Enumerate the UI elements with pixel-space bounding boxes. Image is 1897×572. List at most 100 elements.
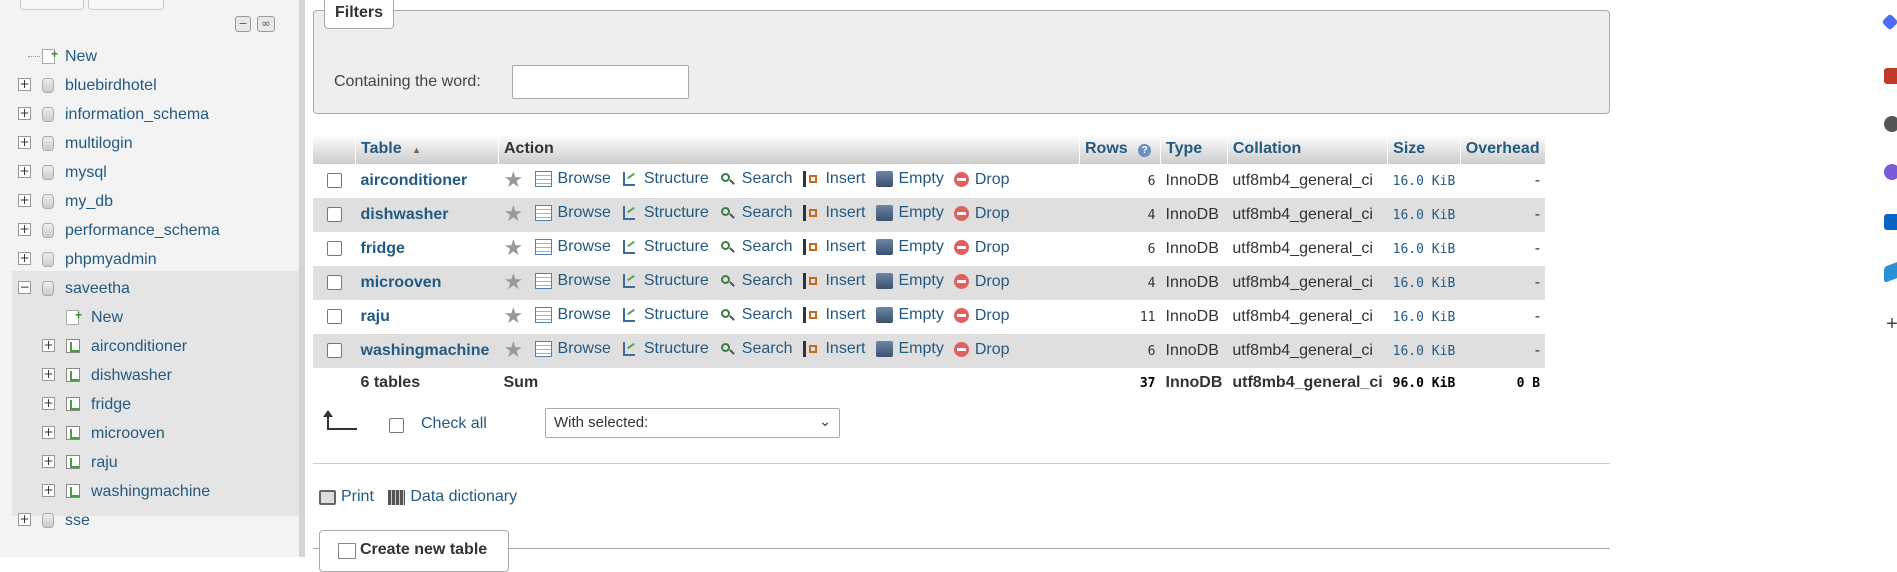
collapse-all-icon[interactable]: − [235, 16, 251, 32]
insert-action[interactable]: Insert [802, 340, 866, 358]
favorite-star-icon[interactable]: ★ [504, 271, 524, 293]
header-size[interactable]: Size [1387, 134, 1461, 164]
browse-action[interactable]: Browse [534, 340, 611, 358]
expand-icon[interactable]: + [18, 78, 31, 91]
nav-db-information_schema[interactable]: + information_schema [0, 100, 299, 129]
drop-action[interactable]: Drop [953, 273, 1010, 291]
sort-table-link[interactable]: Table [361, 140, 402, 157]
nav-db-performance_schema[interactable]: + performance_schema [0, 216, 299, 245]
nav-top-button[interactable] [88, 0, 164, 10]
nav-table-fridge[interactable]: + fridge [0, 390, 299, 419]
collapse-icon[interactable]: − [18, 281, 31, 294]
structure-action[interactable]: Structure [621, 204, 709, 222]
sort-collation-link[interactable]: Collation [1233, 140, 1301, 157]
table-name-link[interactable]: dishwasher [361, 206, 449, 223]
nav-db-saveetha[interactable]: − saveetha [0, 274, 299, 303]
header-collation[interactable]: Collation [1227, 134, 1389, 164]
create-new-table-legend[interactable]: Create new table [319, 530, 509, 572]
expand-icon[interactable]: + [18, 136, 31, 149]
sort-rows-link[interactable]: Rows [1085, 140, 1128, 157]
empty-action[interactable]: Empty [875, 306, 944, 324]
search-action[interactable]: Search [719, 204, 792, 222]
empty-action[interactable]: Empty [875, 238, 944, 256]
filter-input[interactable] [512, 65, 689, 99]
empty-action[interactable]: Empty [875, 340, 944, 358]
insert-action[interactable]: Insert [802, 204, 866, 222]
browse-action[interactable]: Browse [534, 238, 611, 256]
expand-icon[interactable]: + [42, 368, 55, 381]
insert-action[interactable]: Insert [802, 306, 866, 324]
expand-icon[interactable]: + [42, 339, 55, 352]
drop-action[interactable]: Drop [953, 239, 1010, 257]
expand-icon[interactable]: + [42, 484, 55, 497]
sort-type-link[interactable]: Type [1166, 140, 1202, 157]
sort-overhead-link[interactable]: Overhead [1466, 140, 1540, 157]
empty-action[interactable]: Empty [875, 204, 944, 222]
header-rows[interactable]: Rows ? [1079, 134, 1161, 164]
row-checkbox[interactable] [326, 309, 342, 325]
help-icon[interactable]: ? [1138, 144, 1152, 157]
favorite-star-icon[interactable]: ★ [504, 169, 524, 191]
nav-db-phpmyadmin[interactable]: + phpmyadmin [0, 245, 299, 274]
header-type[interactable]: Type [1160, 134, 1228, 164]
insert-action[interactable]: Insert [802, 272, 866, 290]
nav-db-multilogin[interactable]: + multilogin [0, 129, 299, 158]
browse-action[interactable]: Browse [534, 306, 611, 324]
insert-action[interactable]: Insert [802, 170, 866, 188]
table-name-link[interactable]: microoven [361, 274, 442, 291]
search-action[interactable]: Search [719, 340, 792, 358]
tools-icon[interactable] [1884, 68, 1897, 84]
nav-table-washingmachine[interactable]: + washingmachine [0, 477, 299, 506]
check-all-label[interactable]: Check all [421, 415, 487, 433]
header-overhead[interactable]: Overhead [1460, 134, 1546, 164]
nav-table-airconditioner[interactable]: + airconditioner [0, 332, 299, 361]
expand-icon[interactable]: + [42, 397, 55, 410]
search-action[interactable]: Search [719, 306, 792, 324]
person-icon[interactable] [1884, 116, 1897, 132]
expand-icon[interactable]: + [42, 455, 55, 468]
structure-action[interactable]: Structure [621, 306, 709, 324]
send-icon[interactable] [1884, 261, 1897, 283]
office-icon[interactable] [1884, 164, 1897, 180]
search-action[interactable]: Search [719, 170, 792, 188]
nav-db-mysql[interactable]: + mysql [0, 158, 299, 187]
expand-icon[interactable]: + [18, 194, 31, 207]
table-name-link[interactable]: raju [361, 308, 390, 325]
browse-action[interactable]: Browse [534, 204, 611, 222]
nav-db-bluebirdhotel[interactable]: + bluebirdhotel [0, 71, 299, 100]
nav-new-link[interactable]: New [0, 301, 299, 332]
row-checkbox[interactable] [326, 275, 342, 291]
expand-icon[interactable]: + [18, 165, 31, 178]
favorite-star-icon[interactable]: ★ [504, 237, 524, 259]
header-table[interactable]: Table ▲ [355, 134, 499, 164]
search-action[interactable]: Search [719, 238, 792, 256]
empty-action[interactable]: Empty [875, 272, 944, 290]
expand-icon[interactable]: + [18, 252, 31, 265]
add-icon[interactable]: + [1884, 314, 1897, 334]
nav-top-button[interactable] [20, 0, 84, 10]
table-name-link[interactable]: airconditioner [361, 172, 468, 189]
expand-icon[interactable]: + [42, 426, 55, 439]
nav-table-dishwasher[interactable]: + dishwasher [0, 361, 299, 390]
nav-new-link[interactable]: New [0, 40, 299, 71]
print-link[interactable]: Print [319, 488, 374, 506]
row-checkbox[interactable] [326, 173, 342, 189]
nav-db-my_db[interactable]: + my_db [0, 187, 299, 216]
expand-icon[interactable]: + [18, 107, 31, 120]
browse-action[interactable]: Browse [534, 170, 611, 188]
table-name-link[interactable]: fridge [361, 240, 405, 257]
row-checkbox[interactable] [326, 343, 342, 359]
outlook-icon[interactable] [1884, 214, 1897, 230]
row-checkbox[interactable] [326, 241, 342, 257]
table-name-link[interactable]: washingmachine [361, 342, 490, 359]
check-all-checkbox[interactable] [389, 418, 404, 433]
favorite-star-icon[interactable]: ★ [504, 305, 524, 327]
structure-action[interactable]: Structure [621, 170, 709, 188]
nav-db-sse[interactable]: + sse [0, 506, 299, 535]
search-action[interactable]: Search [719, 272, 792, 290]
drop-action[interactable]: Drop [953, 341, 1010, 359]
expand-icon[interactable]: + [18, 223, 31, 236]
sort-size-link[interactable]: Size [1393, 140, 1425, 157]
data-dictionary-link[interactable]: Data dictionary [388, 488, 517, 506]
favorite-star-icon[interactable]: ★ [504, 203, 524, 225]
